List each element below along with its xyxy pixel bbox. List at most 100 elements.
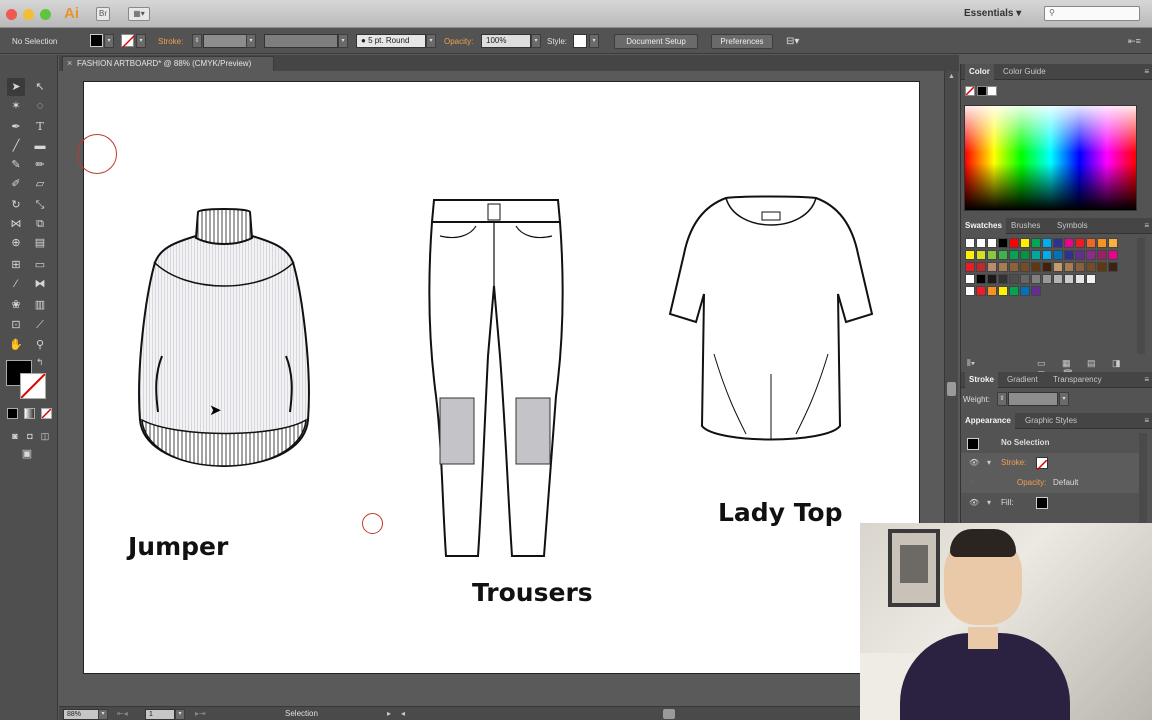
tab-transparency[interactable]: Transparency	[1049, 372, 1106, 388]
screen-mode-icon[interactable]: ▣	[18, 445, 36, 463]
eraser-tool-icon[interactable]: ▱	[31, 175, 49, 193]
lady-top-illustration[interactable]	[666, 194, 876, 446]
color-swatch[interactable]	[1031, 286, 1041, 296]
color-swatch[interactable]	[1020, 274, 1030, 284]
color-swatch[interactable]	[976, 262, 986, 272]
close-icon[interactable]: ×	[67, 57, 72, 70]
color-swatch[interactable]	[1053, 238, 1063, 248]
zoom-window-button[interactable]	[40, 9, 51, 20]
color-swatch[interactable]	[998, 238, 1008, 248]
color-swatch[interactable]	[1053, 250, 1063, 260]
appearance-stroke-swatch[interactable]	[1036, 457, 1048, 471]
color-swatch[interactable]	[1075, 262, 1085, 272]
none-color-swatch[interactable]	[965, 86, 975, 96]
color-swatch[interactable]	[1031, 274, 1041, 284]
color-swatch[interactable]	[1053, 274, 1063, 284]
bridge-button[interactable]: Br	[96, 7, 110, 21]
color-swatch[interactable]	[1031, 238, 1041, 248]
color-swatch[interactable]	[1009, 238, 1019, 248]
free-transform-tool-icon[interactable]: ⧉	[31, 215, 49, 233]
pen-tool-icon[interactable]: ✒	[7, 118, 25, 136]
color-swatch[interactable]	[1108, 238, 1118, 248]
gradient-mode-button[interactable]	[24, 408, 35, 419]
color-swatch[interactable]	[1064, 274, 1074, 284]
swatch-grid[interactable]	[965, 238, 1135, 354]
trousers-illustration[interactable]	[426, 196, 566, 562]
close-window-button[interactable]	[6, 9, 17, 20]
color-swatch[interactable]	[965, 250, 975, 260]
color-swatch[interactable]	[998, 286, 1008, 296]
blend-tool-icon[interactable]: ⧓	[31, 275, 49, 293]
color-mode-button[interactable]	[7, 408, 18, 419]
color-swatch[interactable]	[1097, 262, 1107, 272]
appearance-fill-swatch[interactable]	[1036, 497, 1048, 509]
blob-brush-tool-icon[interactable]: ✐	[7, 175, 25, 193]
line-tool-icon[interactable]: ╱	[7, 137, 25, 155]
pencil-tool-icon[interactable]: ✏	[31, 156, 49, 174]
artboard-number-field[interactable]: 1	[145, 709, 175, 720]
lasso-tool-icon[interactable]: ◌	[31, 97, 49, 115]
visibility-eye-icon[interactable]: ◌	[969, 473, 974, 493]
color-swatch[interactable]	[1108, 250, 1118, 260]
none-mode-button[interactable]	[41, 408, 52, 419]
color-swatch[interactable]	[1097, 250, 1107, 260]
tool-status[interactable]: Selection	[285, 709, 318, 718]
color-swatch[interactable]	[965, 238, 975, 248]
disclosure-triangle-icon[interactable]: ▾	[987, 493, 991, 513]
color-swatch[interactable]	[976, 238, 986, 248]
visibility-eye-icon[interactable]: 👁	[969, 493, 979, 513]
hand-tool-icon[interactable]: ✋	[7, 336, 25, 354]
minimize-window-button[interactable]	[23, 9, 34, 20]
type-tool-icon[interactable]: T	[31, 118, 49, 136]
tab-appearance[interactable]: Appearance	[961, 413, 1015, 429]
preferences-button[interactable]: Preferences	[711, 34, 773, 49]
color-swatch[interactable]	[965, 274, 975, 284]
color-swatch[interactable]	[998, 250, 1008, 260]
weight-stepper[interactable]: ⇕	[997, 392, 1007, 406]
artboard-dropdown[interactable]: ▾	[175, 709, 185, 720]
width-tool-icon[interactable]: ⋈	[7, 215, 25, 233]
color-swatch[interactable]	[1064, 250, 1074, 260]
stroke-color-swatch[interactable]	[121, 34, 135, 48]
arrange-documents-icon[interactable]: ▦▾	[128, 7, 150, 21]
scroll-thumb[interactable]	[947, 382, 956, 396]
color-swatch[interactable]	[1075, 250, 1085, 260]
color-swatch[interactable]	[987, 286, 997, 296]
color-swatch[interactable]	[998, 262, 1008, 272]
jumper-illustration[interactable]	[136, 206, 312, 472]
horizontal-scroll-thumb[interactable]	[663, 709, 675, 719]
swap-fill-stroke-icon[interactable]: ↰	[36, 357, 44, 368]
color-swatch[interactable]	[998, 274, 1008, 284]
weight-field[interactable]	[1008, 392, 1058, 406]
swatch-libraries-icon[interactable]: ⫴▾	[967, 358, 975, 369]
workspace-switcher[interactable]: Essentials ▾	[964, 8, 1021, 19]
brush-definition-field[interactable]: ● 5 pt. Round	[356, 34, 426, 48]
zoom-dropdown[interactable]: ▾	[98, 709, 108, 720]
color-swatch[interactable]	[965, 286, 975, 296]
tab-graphic-styles[interactable]: Graphic Styles	[1021, 413, 1081, 429]
color-swatch[interactable]	[987, 274, 997, 284]
paintbrush-tool-icon[interactable]: ✎	[7, 156, 25, 174]
color-swatch[interactable]	[1009, 250, 1019, 260]
perspective-grid-tool-icon[interactable]: ▤	[31, 234, 49, 252]
tab-color[interactable]: Color	[965, 64, 994, 80]
opacity-field[interactable]: 100%	[481, 34, 531, 48]
appearance-fill-row[interactable]: 👁 ▾ Fill:	[961, 493, 1139, 513]
color-swatch[interactable]	[1108, 262, 1118, 272]
color-swatch[interactable]	[1053, 262, 1063, 272]
tab-swatches[interactable]: Swatches	[961, 218, 1006, 234]
direct-selection-tool-icon[interactable]: ↖	[31, 78, 49, 96]
color-swatch[interactable]	[1031, 262, 1041, 272]
document-tab[interactable]: × FASHION ARTBOARD* @ 88% (CMYK/Preview)	[62, 56, 274, 71]
color-swatch[interactable]	[1086, 274, 1096, 284]
artboard[interactable]: Jumper Trousers Lady Top	[83, 81, 920, 674]
slice-tool-icon[interactable]: ⟋	[31, 316, 49, 334]
color-swatch[interactable]	[1009, 274, 1019, 284]
scale-tool-icon[interactable]: ⤡	[31, 196, 49, 214]
magic-wand-tool-icon[interactable]: ✶	[7, 97, 25, 115]
disclosure-triangle-icon[interactable]: ▾	[987, 453, 991, 473]
fill-dropdown[interactable]: ▾	[104, 34, 114, 48]
color-swatch[interactable]	[1042, 274, 1052, 284]
stroke-weight-stepper[interactable]: ⇕	[192, 34, 202, 48]
eyedropper-tool-icon[interactable]: ⁄	[7, 275, 25, 293]
